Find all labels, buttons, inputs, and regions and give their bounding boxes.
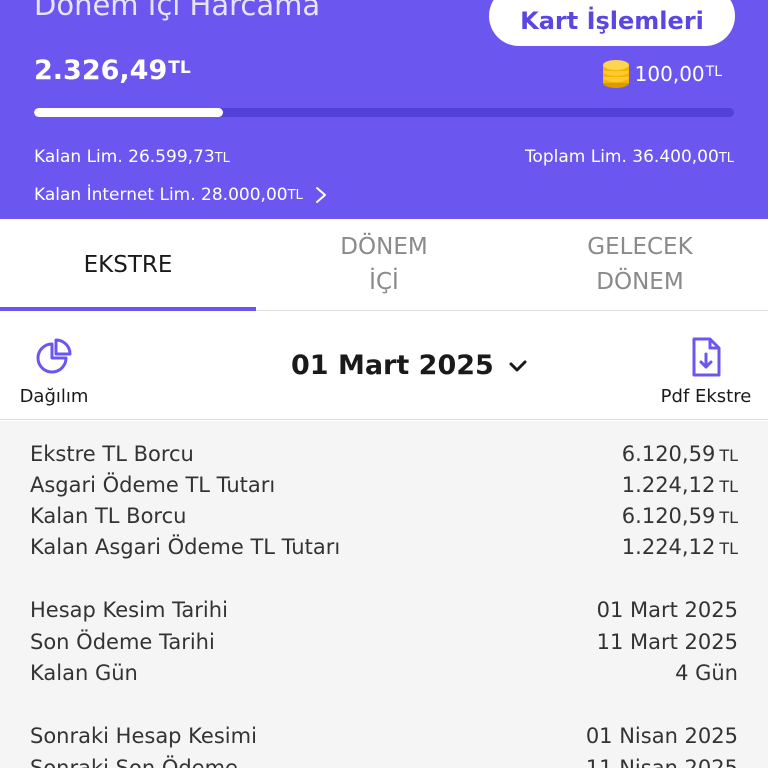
chevron-down-icon [509, 360, 527, 371]
statement-date-value: 01 Mart 2025 [291, 350, 494, 381]
distribution-button[interactable]: Dağılım [16, 336, 92, 407]
detail-label: Ekstre TL Borcu [30, 442, 194, 466]
spent-amount-value: 2.326,49 [34, 55, 168, 86]
pdf-statement-button[interactable]: Pdf Ekstre [654, 336, 758, 407]
total-limit: Toplam Lim. 36.400,00TL [525, 147, 734, 167]
pdf-statement-label: Pdf Ekstre [660, 386, 752, 407]
statement-toolbar: Dağılım 01 Mart 2025 Pdf Ekstre [0, 312, 768, 420]
detail-value: 01 Mart 2025 [596, 598, 738, 622]
detail-label: Kalan Gün [30, 661, 138, 685]
detail-row-statement-date: Hesap Kesim Tarihi 01 Mart 2025 [30, 594, 738, 626]
detail-row-remaining-minimum-payment: Kalan Asgari Ödeme TL Tutarı 1.224,12 TL [30, 531, 738, 563]
internet-limit-currency: TL [287, 187, 303, 203]
period-spending-title: Dönem İçi Harcama [34, 0, 321, 22]
statement-details: Ekstre TL Borcu 6.120,59 TL Asgari Ödeme … [0, 421, 768, 768]
tab-next-period[interactable]: GELECEK DÖNEM [512, 219, 768, 311]
internet-limit-link[interactable]: Kalan İnternet Lim. 28.000,00 TL [34, 185, 327, 205]
pie-chart-icon [36, 338, 72, 374]
statement-date-selector[interactable]: 01 Mart 2025 [291, 350, 528, 381]
card-transactions-button[interactable]: Kart İşlemleri [489, 0, 735, 46]
detail-value: 1.224,12 TL [621, 473, 738, 497]
detail-label: Sonraki Son Ödeme [30, 756, 238, 768]
detail-row-minimum-payment: Asgari Ödeme TL Tutarı 1.224,12 TL [30, 469, 738, 501]
tab-next-period-label-line1: GELECEK [587, 234, 693, 260]
detail-value: 4 Gün [675, 661, 738, 685]
remaining-limit-currency: TL [214, 151, 230, 166]
coins-icon [602, 60, 629, 88]
tab-statement-label: EKSTRE [83, 251, 173, 278]
points-balance[interactable]: 100,00 TL [601, 58, 722, 90]
detail-row-next-due-date: Sonraki Son Ödeme 11 Nisan 2025 [30, 752, 738, 768]
tab-next-period-label-line2: DÖNEM [596, 269, 684, 295]
detail-label: Son Ödeme Tarihi [30, 630, 215, 654]
detail-label: Asgari Ödeme TL Tutarı [30, 473, 276, 497]
internet-limit-text: Kalan İnternet Lim. 28.000,00 [34, 185, 288, 205]
detail-value: 11 Mart 2025 [596, 630, 738, 654]
detail-row-statement-debt: Ekstre TL Borcu 6.120,59 TL [30, 438, 738, 470]
tab-current-period-label-line1: DÖNEM [340, 234, 428, 260]
detail-value: 01 Nisan 2025 [585, 724, 738, 748]
detail-row-days-left: Kalan Gün 4 Gün [30, 657, 738, 689]
points-currency: TL [705, 64, 722, 80]
statement-tabs: EKSTRE DÖNEM İÇİ GELECEK DÖNEM [0, 219, 768, 311]
detail-label: Hesap Kesim Tarihi [30, 598, 228, 622]
detail-row-due-date: Son Ödeme Tarihi 11 Mart 2025 [30, 626, 738, 658]
detail-label: Kalan TL Borcu [30, 504, 187, 528]
detail-row-remaining-debt: Kalan TL Borcu 6.120,59 TL [30, 500, 738, 532]
detail-label: Sonraki Hesap Kesimi [30, 724, 257, 748]
spending-summary-header: Dönem İçi Harcama Kart İşlemleri 2.326,4… [0, 0, 768, 219]
pdf-document-icon [692, 337, 721, 377]
distribution-label: Dağılım [19, 386, 89, 407]
detail-row-next-statement: Sonraki Hesap Kesimi 01 Nisan 2025 [30, 720, 738, 752]
active-tab-indicator [0, 307, 256, 311]
detail-value: 11 Nisan 2025 [585, 756, 738, 768]
tab-statement[interactable]: EKSTRE [0, 219, 256, 311]
detail-value: 1.224,12 TL [621, 535, 738, 559]
total-limit-text: Toplam Lim. 36.400,00 [524, 147, 719, 167]
detail-value: 6.120,59 TL [621, 504, 738, 528]
spent-amount-currency: TL [168, 58, 191, 78]
limit-usage-bar [34, 108, 734, 117]
remaining-limit-text: Kalan Lim. 26.599,73 [34, 147, 215, 167]
total-limit-currency: TL [718, 151, 734, 166]
detail-label: Kalan Asgari Ödeme TL Tutarı [30, 535, 341, 559]
limit-usage-bar-fill [34, 108, 223, 117]
chevron-right-icon [315, 187, 326, 203]
tab-current-period-label-line2: İÇİ [369, 269, 399, 295]
remaining-limit: Kalan Lim. 26.599,73TL [34, 147, 230, 167]
tab-current-period[interactable]: DÖNEM İÇİ [256, 219, 512, 311]
detail-value: 6.120,59 TL [621, 442, 738, 466]
points-amount: 100,00 [634, 62, 705, 86]
spent-amount: 2.326,49TL [34, 55, 191, 86]
